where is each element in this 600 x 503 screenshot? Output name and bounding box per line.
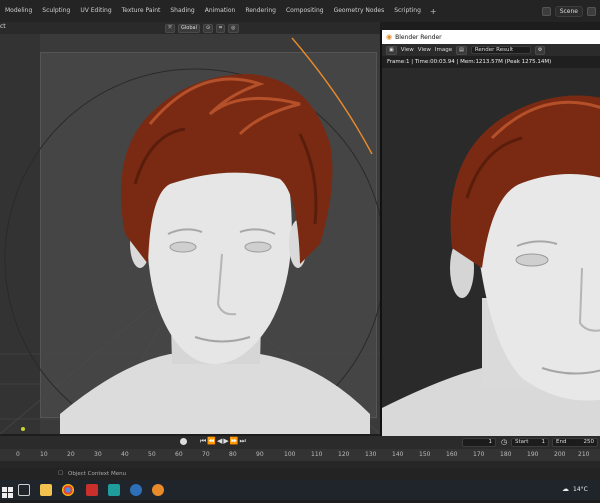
tab-geometry-nodes[interactable]: Geometry Nodes bbox=[329, 0, 390, 22]
tab-uv-editing[interactable]: UV Editing bbox=[75, 0, 116, 22]
temperature-text: 14°C bbox=[573, 486, 588, 493]
snap-icon[interactable]: ⌗ bbox=[216, 23, 226, 33]
image-browse-icon[interactable]: ▤ bbox=[456, 45, 467, 55]
ruler-tick: 160 bbox=[446, 451, 458, 458]
menu-view[interactable]: View bbox=[401, 47, 414, 53]
tab-compositing[interactable]: Compositing bbox=[281, 0, 329, 22]
windows-taskbar: ☁ 14°C bbox=[0, 480, 600, 500]
tab-shading[interactable]: Shading bbox=[165, 0, 199, 22]
right-eye bbox=[244, 241, 272, 253]
render-window-toolbar: ▣ View View Image ▤ Render Result ⚙ bbox=[382, 44, 600, 56]
transform-orientation-icon[interactable]: ⤧ bbox=[165, 23, 176, 33]
ruler-tick: 10 bbox=[40, 451, 48, 458]
status-bar: ▢ Object Context Menu bbox=[0, 468, 600, 480]
object-context-menu-hint: Object Context Menu bbox=[68, 471, 127, 477]
timeline-header: ⏮⏪◀▶⏩⏭ 1 ◷ Start 1 End 250 bbox=[0, 436, 600, 449]
scene-browse-icon[interactable] bbox=[541, 6, 551, 16]
workspace-tabs-bar: Modeling Sculpting UV Editing Texture Pa… bbox=[0, 0, 600, 22]
left-eye bbox=[169, 241, 197, 253]
ruler-tick: 130 bbox=[365, 451, 377, 458]
ruler-tick: 30 bbox=[94, 451, 102, 458]
end-value: 250 bbox=[583, 439, 595, 445]
app-icon-teal[interactable] bbox=[108, 484, 120, 496]
ruler-tick: 180 bbox=[500, 451, 512, 458]
scene-name-field[interactable]: Scene bbox=[554, 5, 583, 17]
viewport-scene bbox=[0, 37, 380, 434]
ruler-tick: 100 bbox=[284, 451, 296, 458]
ruler-tick: 50 bbox=[148, 451, 156, 458]
start-frame-field[interactable]: Start 1 bbox=[511, 438, 549, 447]
ruler-tick: 140 bbox=[392, 451, 404, 458]
frame-ruler[interactable]: 0 10 20 30 40 50 60 70 80 90 100 110 120… bbox=[0, 449, 600, 461]
ruler-tick: 40 bbox=[121, 451, 129, 458]
blender-logo-icon: ◉ bbox=[386, 33, 393, 41]
start-label: Start bbox=[515, 439, 529, 445]
ruler-tick: 90 bbox=[256, 451, 264, 458]
render-options-icon[interactable]: ⚙ bbox=[534, 45, 546, 55]
task-view-icon[interactable] bbox=[18, 484, 30, 496]
current-frame-field[interactable]: 1 bbox=[462, 438, 496, 447]
tab-animation[interactable]: Animation bbox=[200, 0, 241, 22]
file-explorer-icon[interactable] bbox=[40, 484, 52, 496]
menu-view-2[interactable]: View bbox=[418, 47, 431, 53]
ruler-tick: 70 bbox=[202, 451, 210, 458]
record-button[interactable] bbox=[180, 438, 187, 447]
add-workspace-button[interactable]: + bbox=[426, 7, 441, 16]
clock-icon: ◷ bbox=[501, 438, 508, 446]
render-slot-field[interactable]: Render Result bbox=[470, 46, 531, 54]
app-icon-blue[interactable] bbox=[130, 484, 142, 496]
render-window-title: Blender Render bbox=[395, 33, 442, 41]
render-result-image[interactable] bbox=[382, 68, 600, 436]
mouse-icon: ▢ bbox=[58, 470, 64, 476]
chrome-icon[interactable] bbox=[62, 484, 74, 496]
render-info-text: Frame:1 | Time:00:03.94 | Mem:1213.57M (… bbox=[382, 56, 600, 68]
weather-icon[interactable]: ☁ bbox=[562, 485, 569, 493]
3d-viewport[interactable] bbox=[0, 34, 380, 434]
start-icon[interactable] bbox=[2, 484, 14, 498]
timeline-body[interactable] bbox=[0, 461, 600, 468]
tab-texture-paint[interactable]: Texture Paint bbox=[117, 0, 166, 22]
ruler-tick: 0 bbox=[16, 451, 20, 458]
ruler-tick: 190 bbox=[527, 451, 539, 458]
pivot-point-icon[interactable]: ⊙ bbox=[202, 23, 214, 33]
proportional-edit-icon[interactable]: ◎ bbox=[228, 23, 239, 33]
viewport-header-left-label: ct bbox=[0, 23, 6, 30]
menu-image[interactable]: Image bbox=[435, 47, 452, 53]
ruler-tick: 20 bbox=[67, 451, 75, 458]
ruler-tick: 80 bbox=[229, 451, 237, 458]
end-label: End bbox=[556, 439, 567, 445]
end-frame-field[interactable]: End 250 bbox=[552, 438, 598, 447]
ruler-tick: 110 bbox=[311, 451, 323, 458]
ruler-tick: 60 bbox=[175, 451, 183, 458]
transform-orientation-dropdown[interactable]: Global bbox=[178, 23, 200, 33]
light-marker bbox=[21, 427, 25, 431]
start-value: 1 bbox=[541, 439, 546, 445]
render-window-titlebar: ◉ Blender Render bbox=[382, 30, 600, 44]
render-window: ◉ Blender Render ▣ View View Image ▤ Ren… bbox=[380, 30, 600, 436]
ruler-tick: 150 bbox=[419, 451, 431, 458]
playback-controls[interactable]: ⏮⏪◀▶⏩⏭ bbox=[200, 437, 247, 446]
tab-scripting[interactable]: Scripting bbox=[389, 0, 426, 22]
scene-copy-icon[interactable] bbox=[587, 6, 596, 16]
shoulders-mesh bbox=[60, 354, 370, 434]
ruler-tick: 170 bbox=[473, 451, 485, 458]
render-image-content bbox=[382, 68, 600, 436]
editor-type-icon[interactable]: ▣ bbox=[386, 45, 397, 55]
tab-rendering[interactable]: Rendering bbox=[240, 0, 281, 22]
ruler-tick: 120 bbox=[338, 451, 350, 458]
viewport-header: ct ⤧ Global ⊙ ⌗ ◎ bbox=[0, 22, 380, 34]
app-icon-red[interactable] bbox=[86, 484, 98, 496]
ruler-tick: 210 bbox=[578, 451, 590, 458]
ruler-tick: 200 bbox=[554, 451, 566, 458]
blender-taskbar-icon[interactable] bbox=[152, 484, 164, 496]
tab-sculpting[interactable]: Sculpting bbox=[37, 0, 75, 22]
tab-modeling[interactable]: Modeling bbox=[0, 0, 37, 22]
